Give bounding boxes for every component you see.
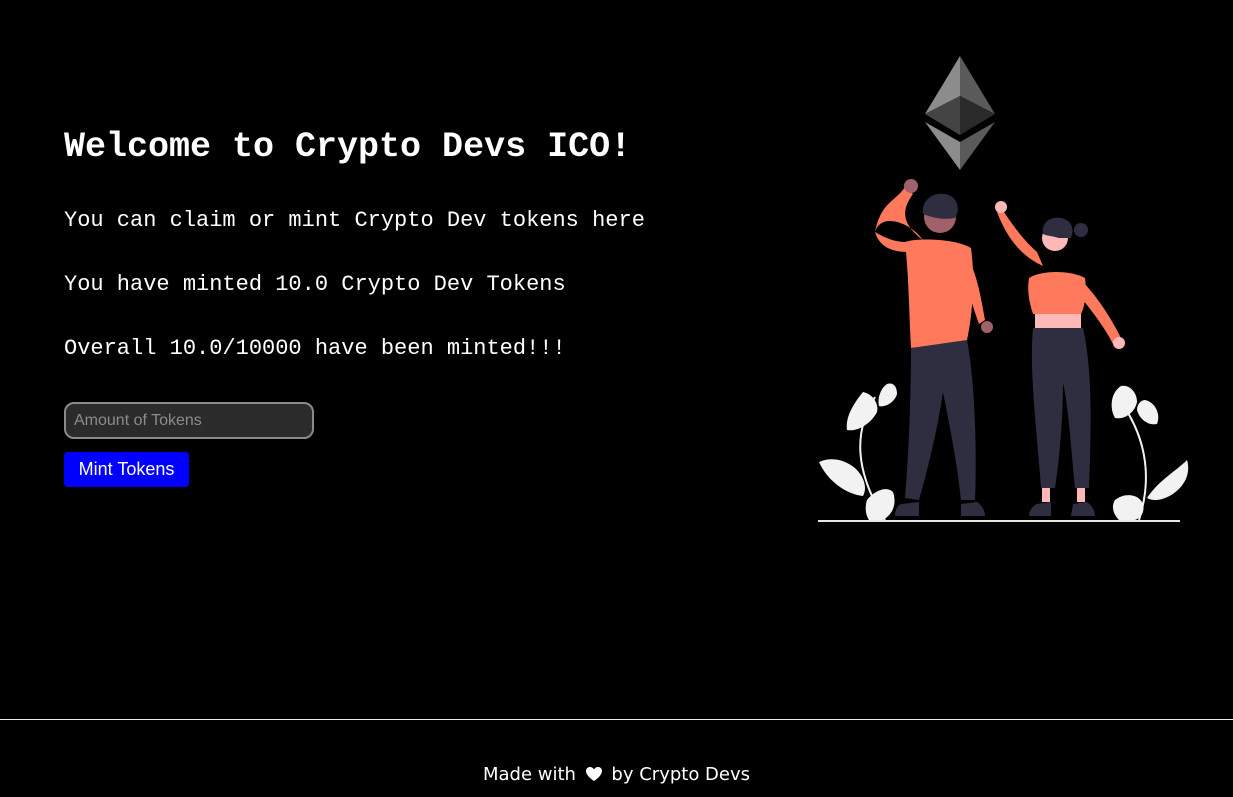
main-section: Welcome to Crypto Devs ICO! You can clai… <box>0 0 1233 719</box>
footer-suffix: by Crypto Devs <box>611 764 751 785</box>
mint-tokens-button[interactable]: Mint Tokens <box>64 452 189 487</box>
minted-status-text: You have minted 10.0 Crypto Dev Tokens <box>64 272 566 297</box>
man-figure <box>875 179 993 516</box>
amount-of-tokens-input[interactable] <box>64 402 314 439</box>
heart-icon <box>585 767 602 781</box>
footer: Made with by Crypto Devs <box>0 719 1233 797</box>
ethereum-logo-icon <box>925 56 995 170</box>
right-plant <box>1111 385 1189 521</box>
crypto-devs-illustration <box>818 56 1189 522</box>
woman-figure <box>995 201 1125 516</box>
left-plant <box>819 383 897 521</box>
overall-status-text: Overall 10.0/10000 have been minted!!! <box>64 336 566 361</box>
content: Welcome to Crypto Devs ICO! You can clai… <box>64 125 784 487</box>
footer-prefix: Made with <box>482 764 576 785</box>
footer-text: Made with by Crypto Devs <box>0 764 1233 785</box>
page-title: Welcome to Crypto Devs ICO! <box>64 127 632 167</box>
description-text: You can claim or mint Crypto Dev tokens … <box>64 208 645 233</box>
